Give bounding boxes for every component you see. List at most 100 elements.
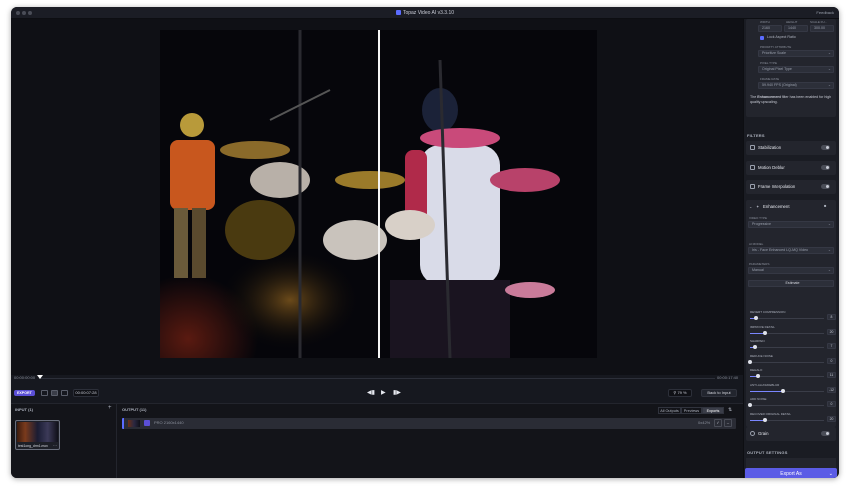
back-to-input-button[interactable]: Back to Input	[701, 389, 737, 397]
slider-row: REVERT COMPRESSION 8	[750, 310, 836, 324]
video-type-select[interactable]: Progressive ⌄	[748, 221, 834, 228]
height-label: HEIGHT	[786, 20, 798, 24]
slider-knob[interactable]	[762, 330, 767, 335]
add-input-icon[interactable]: +	[108, 405, 112, 411]
lock-aspect-checkbox[interactable]	[760, 36, 764, 40]
frame-rate-select[interactable]: 59.940 FPS (Original) ⌄	[758, 82, 834, 89]
slider-value-field[interactable]: -12	[827, 386, 836, 393]
priority-label: PRIORITY ATTRIBUTE	[760, 45, 792, 49]
output-title: OUTPUT (11)	[122, 407, 147, 412]
side-by-side-view-button[interactable]	[61, 390, 68, 396]
playhead-handle[interactable]	[37, 375, 43, 379]
slider-knob[interactable]	[748, 359, 752, 364]
chevron-down-icon: ⌄	[827, 67, 831, 71]
slider-value-field[interactable]: 0	[827, 401, 836, 407]
feedback-link[interactable]: Feedback	[816, 10, 834, 15]
timeline-start-time: 00:00:00:00	[14, 375, 36, 380]
slider-value-field[interactable]: 20	[827, 415, 836, 422]
tab-previews[interactable]: Previews	[681, 407, 702, 414]
step-forward-icon[interactable]: ▮▶	[393, 389, 401, 396]
output-progress-text: 0x42%	[698, 420, 711, 425]
slider-label: RECOVER ORIGINAL DETAIL	[750, 411, 792, 416]
width-label: WIDTH	[760, 20, 770, 24]
tab-exports[interactable]: Exports	[702, 407, 724, 414]
stabilization-row[interactable]: Stabilization	[746, 141, 836, 155]
pixel-type-select[interactable]: Original Pixel Type ⌄	[758, 66, 834, 73]
play-icon[interactable]: ▶	[381, 389, 386, 396]
slider-track[interactable]	[750, 374, 824, 378]
frame-interpolation-toggle[interactable]	[821, 184, 830, 189]
slider-value-field[interactable]: 8	[827, 314, 836, 320]
slider-knob[interactable]	[753, 316, 758, 320]
motion-deblur-toggle[interactable]	[821, 165, 830, 170]
slider-track[interactable]	[748, 359, 824, 364]
slider-knob[interactable]	[756, 374, 761, 378]
slider-value-field[interactable]: 7	[827, 343, 836, 349]
check-icon[interactable]: ✓	[714, 419, 722, 427]
sort-icon[interactable]: ⇅	[728, 407, 732, 413]
single-view-button[interactable]	[41, 390, 48, 396]
collapse-chevron-icon[interactable]: ⌄	[749, 204, 752, 209]
motion-deblur-icon	[750, 165, 755, 170]
frame-interpolation-row[interactable]: Frame Interpolation	[746, 180, 836, 194]
output-thumbnail	[128, 420, 140, 427]
slider-knob[interactable]	[748, 403, 752, 407]
slider-value-field[interactable]: 11	[827, 372, 836, 378]
remove-icon[interactable]: –	[724, 419, 732, 427]
slider-row: ANTI-ALIAS/DEBLUR -12	[750, 383, 836, 397]
comparison-divider[interactable]	[378, 30, 380, 358]
enhancement-icon: ✦	[756, 204, 760, 209]
scale-label: SCALE FU...	[810, 20, 828, 24]
slider-track[interactable]	[748, 403, 824, 407]
input-file-thumbnail[interactable]: test1ong_drm1.mov ⋯	[15, 420, 60, 450]
stabilization-toggle[interactable]	[821, 145, 830, 150]
grain-toggle[interactable]	[821, 431, 830, 436]
grain-row[interactable]: Grain	[746, 427, 836, 441]
export-as-button[interactable]: Export As ⌄	[745, 468, 837, 478]
slider-row: ADD NOISE 0	[748, 397, 836, 411]
timeline-bar: 00:00:00:00 00:00:17:40 EXPORT 00:00:07:…	[11, 375, 743, 403]
zoom-select[interactable]: ⚲ 79 %	[668, 389, 692, 397]
chevron-down-icon: ⌄	[827, 51, 831, 55]
lock-icon[interactable]: ■	[824, 203, 826, 208]
slider-label: DEHALO	[750, 368, 763, 372]
settings-sidebar: WIDTH HEIGHT SCALE FU... 2160 1440 300.0…	[743, 19, 839, 478]
slider-label: REDUCE NOISE	[750, 353, 773, 358]
slider-knob[interactable]	[780, 388, 785, 393]
step-back-icon[interactable]: ◀▮	[367, 389, 375, 396]
enhancement-card: ⌄ ✦ Enhancement ■ VIDEO TYPE Progressive…	[746, 200, 836, 427]
slider-row: REDUCE NOISE 0	[748, 353, 836, 368]
slider-track[interactable]	[750, 330, 824, 335]
priority-select[interactable]: Prioritize Scale ⌄	[758, 50, 834, 57]
scale-field[interactable]: 300.00	[810, 25, 834, 32]
output-row[interactable]: PRO 2160x1440 0x42% ✓ –	[122, 418, 736, 429]
slider-value-field[interactable]: 20	[827, 328, 836, 335]
output-info: PRO 2160x1440	[154, 420, 184, 425]
chevron-down-icon[interactable]: ⌄	[829, 468, 833, 478]
slider-value-field[interactable]: 0	[827, 357, 836, 364]
export-marker-chip[interactable]: EXPORT	[14, 390, 35, 396]
estimate-button[interactable]: Estimate	[748, 280, 834, 287]
current-time-field[interactable]: 00:00:07:28	[73, 389, 99, 397]
slider-row: SHARPEN 7	[750, 339, 836, 353]
input-file-name: test1ong_drm1.mov	[18, 444, 48, 448]
stabilization-label: Stabilization	[758, 145, 782, 150]
ai-model-select[interactable]: Iris - Face Enhanced LQ-MQ Video ⌄	[748, 247, 834, 254]
motion-deblur-row[interactable]: Motion Deblur	[746, 161, 836, 175]
slider-row: RECOVER ORIGINAL DETAIL 20	[750, 412, 836, 426]
slider-track[interactable]	[750, 316, 824, 320]
split-view-button[interactable]	[51, 390, 58, 396]
video-preview[interactable]	[160, 30, 597, 358]
slider-track[interactable]	[750, 417, 824, 422]
slider-knob[interactable]	[753, 345, 758, 349]
width-field[interactable]: 2160	[758, 25, 782, 32]
slider-track[interactable]	[750, 345, 824, 349]
height-field[interactable]: 1440	[784, 25, 808, 32]
parameters-select[interactable]: Manual ⌄	[748, 267, 834, 274]
enhancement-note: The Enhancement filter has been enabled …	[750, 95, 832, 104]
slider-track[interactable]	[750, 388, 824, 393]
timeline-track[interactable]	[39, 378, 715, 382]
more-options-icon[interactable]: ⋯	[53, 443, 57, 448]
slider-knob[interactable]	[762, 417, 767, 422]
tab-all-outputs[interactable]: All Outputs	[658, 407, 681, 414]
